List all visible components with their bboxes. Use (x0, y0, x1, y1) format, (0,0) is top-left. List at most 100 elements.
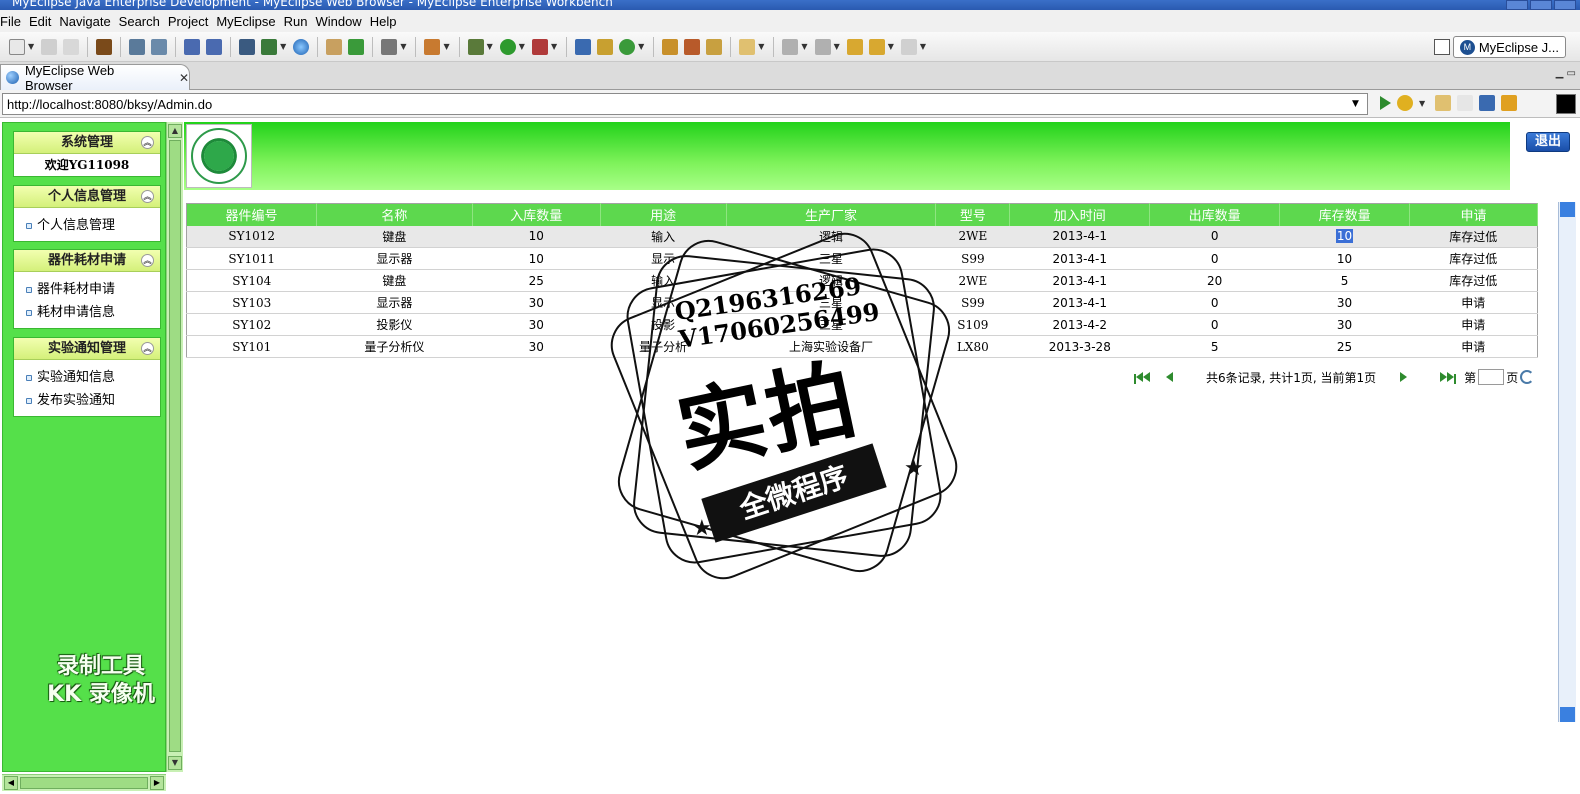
scroll-up-icon[interactable]: ▲ (168, 124, 182, 138)
open-task-icon[interactable] (684, 38, 701, 55)
run-server-icon[interactable] (261, 38, 278, 55)
scroll-up-icon[interactable] (1560, 202, 1575, 217)
prev-annotation-dropdown-icon[interactable]: ▼ (834, 42, 840, 51)
back-dropdown-icon[interactable]: ▼ (888, 42, 894, 51)
deploy-icon[interactable] (151, 38, 168, 55)
cell-apply-link[interactable]: 申请 (1409, 313, 1538, 336)
new-dropdown-icon[interactable]: ▼ (28, 42, 34, 51)
new-package-icon[interactable] (597, 38, 614, 55)
refresh-icon[interactable] (348, 38, 365, 55)
next-annotation-icon[interactable] (782, 38, 799, 55)
column-header[interactable]: 型号 (935, 203, 1011, 226)
scroll-down-icon[interactable]: ▼ (168, 756, 182, 770)
column-header[interactable]: 加入时间 (1009, 203, 1151, 226)
open-folder-icon[interactable] (326, 38, 343, 55)
table-row[interactable]: SY104 键盘 25 输入 逻辑 2WE 2013-4-1 20 5 库存过低 (186, 269, 1538, 292)
sidebar-item-notice-info[interactable]: 实验通知信息 (14, 366, 160, 389)
debug-icon[interactable] (467, 38, 484, 55)
menu-edit[interactable]: Edit (29, 14, 59, 29)
column-header[interactable]: 申请 (1409, 203, 1538, 226)
debug-dropdown-icon[interactable]: ▼ (487, 42, 493, 51)
logout-button[interactable]: 退出 (1526, 132, 1570, 152)
scroll-thumb[interactable] (169, 140, 181, 752)
package-icon[interactable] (96, 38, 113, 55)
sidebar-item-supply-request[interactable]: 器件耗材申请 (14, 278, 160, 301)
cell-apply-link[interactable]: 库存过低 (1409, 247, 1538, 270)
column-header[interactable]: 名称 (316, 203, 473, 226)
menu-help[interactable]: Help (370, 14, 405, 29)
go-icon[interactable] (1380, 96, 1391, 110)
external-tools-icon[interactable] (531, 38, 548, 55)
menu-run[interactable]: Run (284, 14, 316, 29)
column-header[interactable]: 生产厂家 (726, 203, 937, 226)
table-row[interactable]: SY1012 键盘 10 输入 逻辑 2WE 2013-4-1 0 10 库存过… (186, 225, 1538, 248)
build-icon[interactable] (129, 38, 146, 55)
cell-apply-link[interactable]: 申请 (1409, 335, 1538, 358)
left-horizontal-scrollbar[interactable]: ◀ ▶ (2, 774, 166, 791)
browser-globe-icon[interactable] (293, 38, 310, 55)
stop-icon[interactable] (1479, 95, 1496, 111)
favorites-icon[interactable] (1397, 95, 1413, 111)
external-tools-dropdown-icon[interactable]: ▼ (551, 42, 557, 51)
back-icon[interactable] (868, 38, 885, 55)
table-row[interactable]: SY103 显示器 30 显示 三星 S99 2013-4-1 0 30 申请 (186, 291, 1538, 314)
cell-apply-link[interactable]: 库存过低 (1409, 269, 1538, 292)
menu-group-header[interactable]: 系统管理 ︽ (14, 132, 160, 154)
collapse-icon[interactable]: ︽ (141, 136, 154, 149)
menu-window[interactable]: Window (315, 14, 369, 29)
search-icon[interactable] (739, 38, 756, 55)
maximize-button[interactable] (1530, 0, 1552, 10)
scroll-right-icon[interactable]: ▶ (150, 776, 164, 790)
save-icon[interactable] (41, 38, 58, 55)
url-input[interactable]: http://localhost:8080/bksy/Admin.do (2, 93, 1368, 115)
page-number-input[interactable] (1478, 369, 1505, 385)
collapse-icon[interactable]: ︽ (141, 190, 154, 203)
right-vertical-scrollbar[interactable] (1558, 202, 1576, 722)
forward-icon[interactable] (900, 38, 917, 55)
class-dropdown-icon[interactable]: ▼ (638, 42, 644, 51)
new-file-icon[interactable] (9, 38, 25, 55)
close-tab-icon[interactable]: ✕ (179, 71, 189, 85)
next-page-icon[interactable] (1400, 371, 1420, 383)
last-page-icon[interactable] (1440, 371, 1460, 384)
menu-group-header[interactable]: 个人信息管理 ︽ (14, 186, 160, 208)
menu-file[interactable]: File (0, 14, 29, 29)
new-class-icon[interactable] (619, 38, 636, 55)
scroll-down-icon[interactable] (1560, 707, 1575, 722)
last-edit-icon[interactable] (846, 38, 863, 55)
column-header[interactable]: 出库数量 (1149, 203, 1281, 226)
column-header[interactable]: 器件编号 (186, 203, 317, 226)
favorites-dropdown-icon[interactable]: ▼ (1419, 99, 1425, 108)
next-annotation-dropdown-icon[interactable]: ▼ (801, 42, 807, 51)
edit-icon[interactable] (184, 38, 201, 55)
scroll-thumb[interactable] (20, 777, 148, 789)
forward-dropdown-icon[interactable]: ▼ (920, 42, 926, 51)
forward-nav-icon[interactable] (1457, 95, 1474, 111)
minimize-button[interactable] (1506, 0, 1528, 10)
run-dropdown-icon[interactable]: ▼ (519, 42, 525, 51)
camera-icon[interactable] (381, 38, 398, 55)
column-header[interactable]: 入库数量 (472, 203, 601, 226)
camera-dropdown-icon[interactable]: ▼ (400, 42, 406, 51)
url-dropdown-icon[interactable]: ▼ (1352, 99, 1359, 109)
open-perspective-icon[interactable] (1434, 39, 1450, 55)
run-icon[interactable] (499, 38, 516, 55)
search-file-icon[interactable] (206, 38, 223, 55)
browser-settings-icon[interactable] (1556, 94, 1576, 114)
search-dropdown-icon[interactable]: ▼ (758, 42, 764, 51)
new-java-project-icon[interactable] (575, 38, 592, 55)
left-vertical-scrollbar[interactable]: ▲ ▼ (166, 122, 183, 772)
prev-page-icon[interactable] (1166, 371, 1186, 383)
collapse-icon[interactable]: ︽ (141, 342, 154, 355)
menu-myeclipse[interactable]: MyEclipse (216, 14, 283, 29)
cell-apply-link[interactable]: 申请 (1409, 291, 1538, 314)
table-row[interactable]: SY1011 显示器 10 显示 三星 S99 2013-4-1 0 10 库存… (186, 247, 1538, 270)
menu-search[interactable]: Search (119, 14, 168, 29)
close-window-button[interactable] (1554, 0, 1576, 10)
column-header[interactable]: 库存数量 (1279, 203, 1411, 226)
sidebar-item-publish-notice[interactable]: 发布实验通知 (14, 389, 160, 412)
prev-annotation-icon[interactable] (814, 38, 831, 55)
menu-project[interactable]: Project (168, 14, 216, 29)
menu-navigate[interactable]: Navigate (59, 14, 118, 29)
scroll-left-icon[interactable]: ◀ (4, 776, 18, 790)
